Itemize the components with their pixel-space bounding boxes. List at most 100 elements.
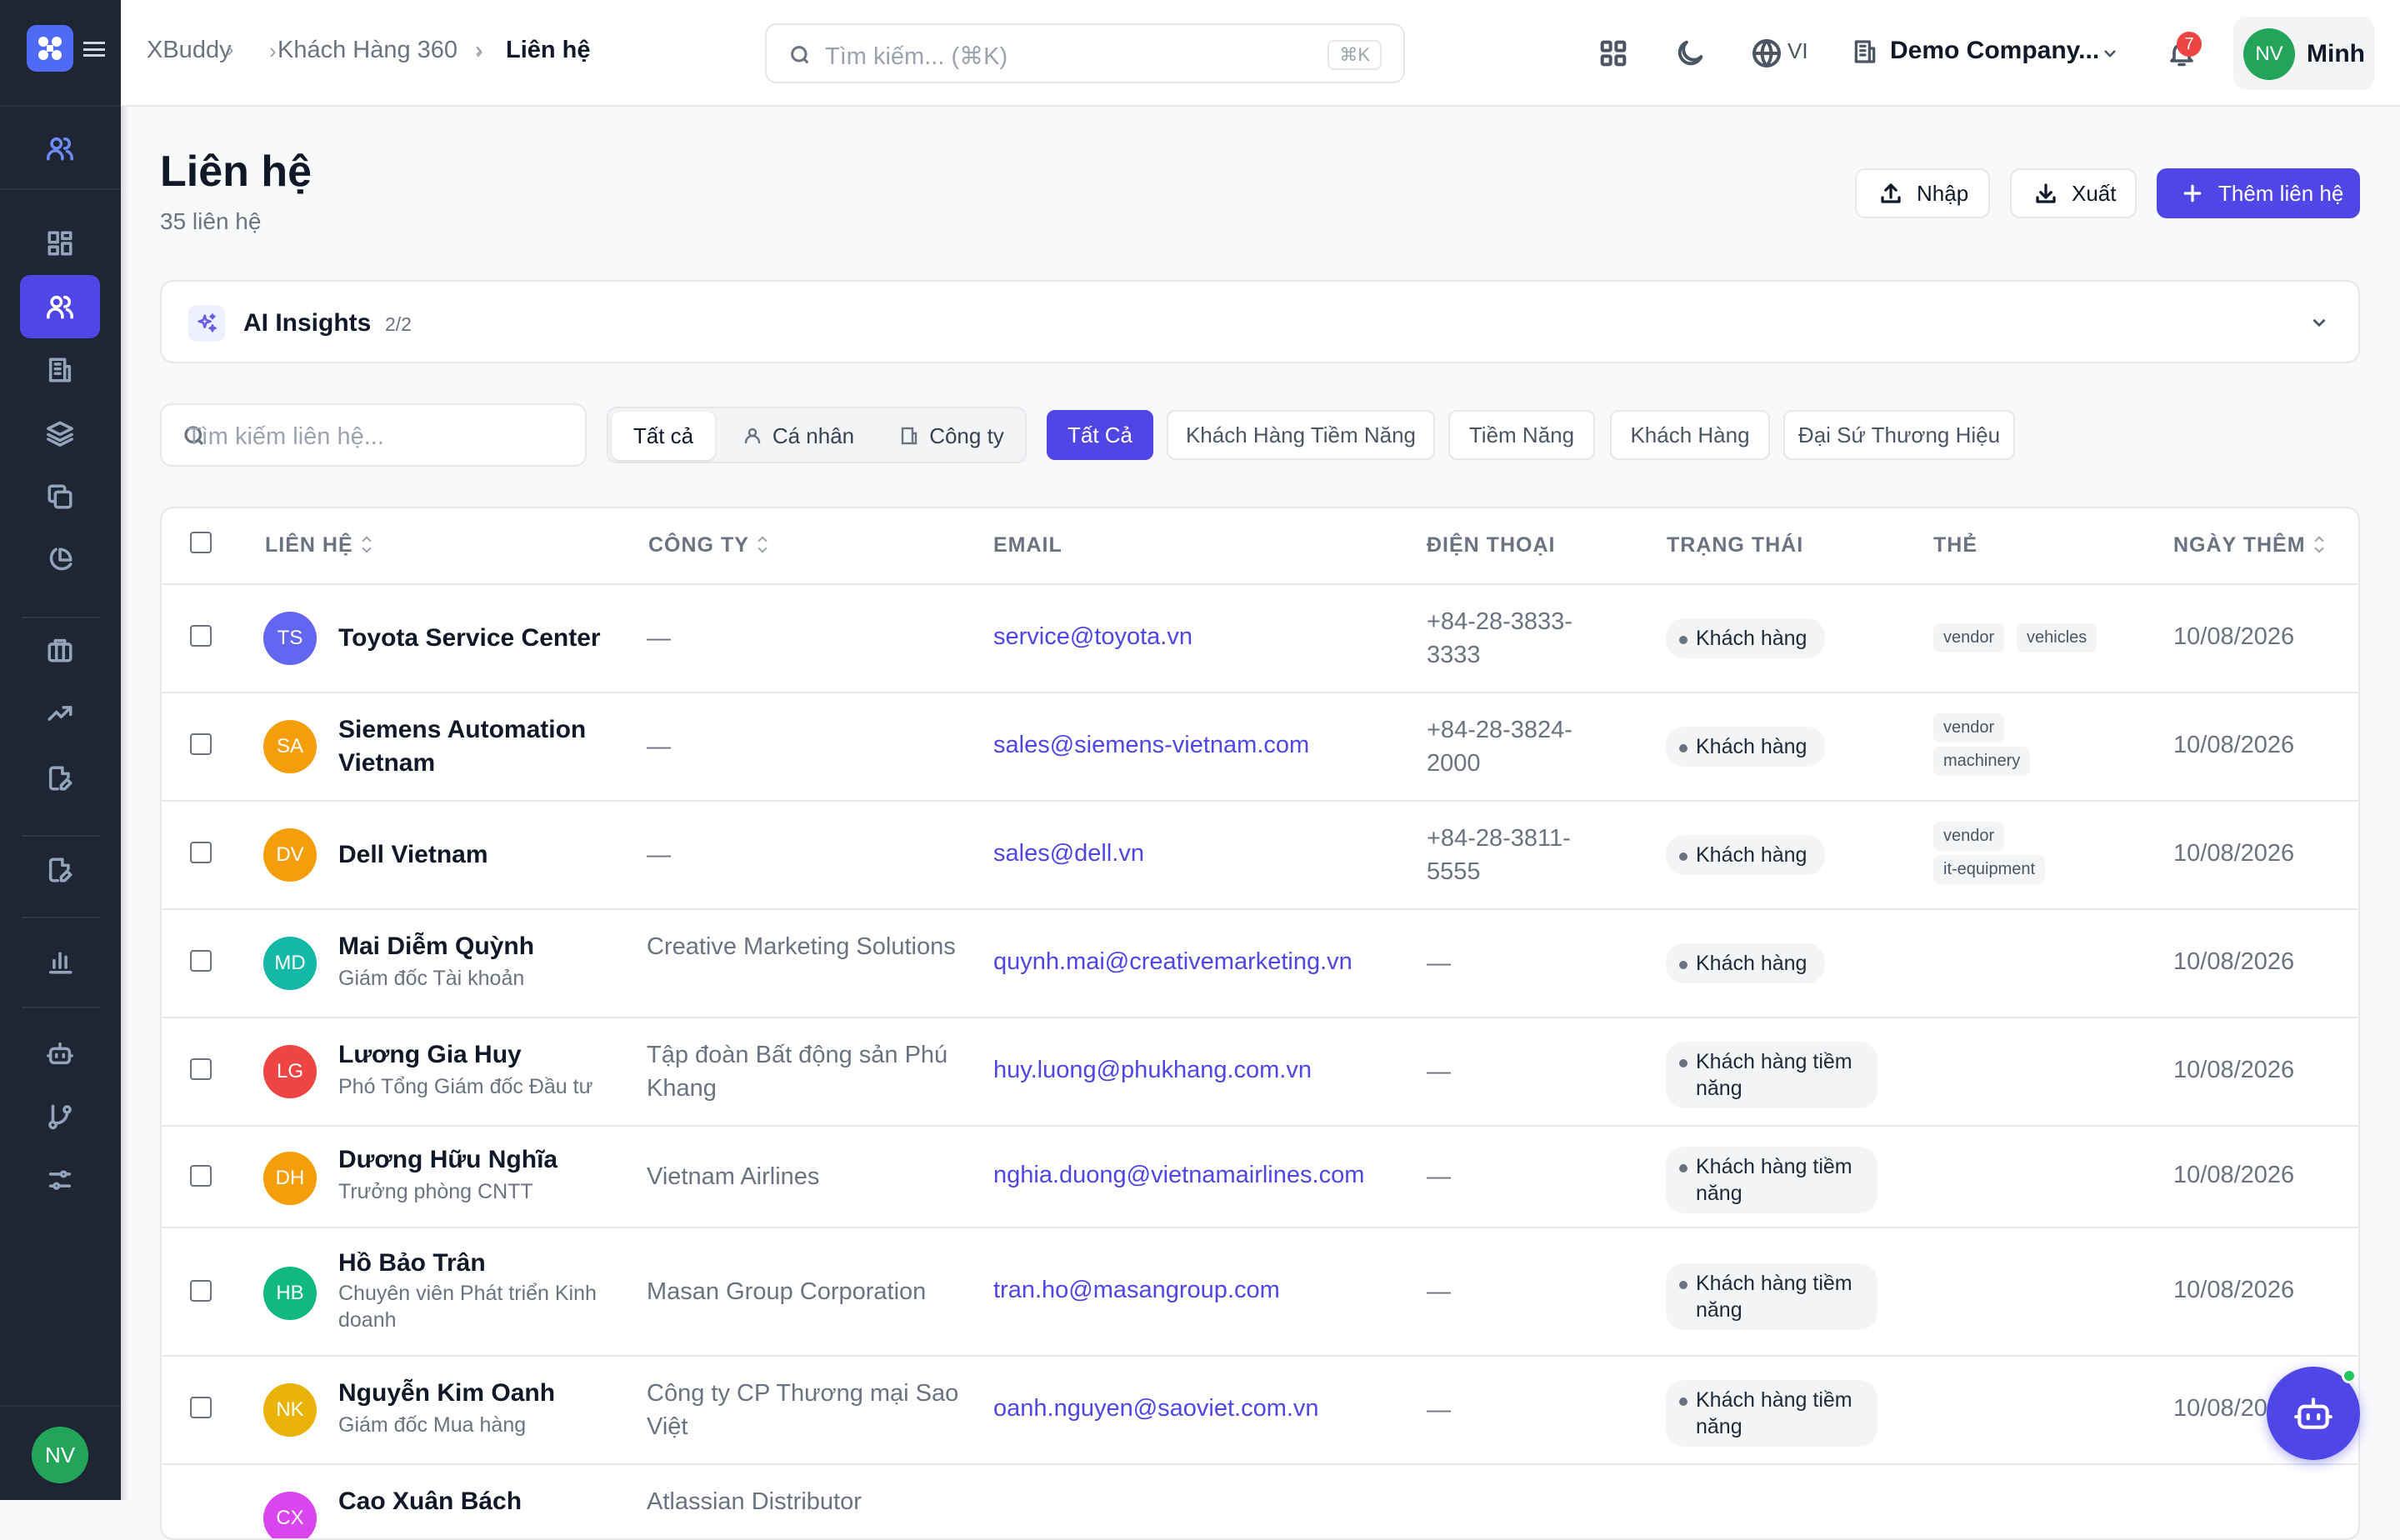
row-checkbox[interactable] <box>190 733 212 755</box>
row-checkbox[interactable] <box>190 1058 212 1080</box>
status-badge: Khách hàng tiềm năng <box>1666 1042 1878 1108</box>
contact-phone: +84-28-3833-3333 <box>1427 608 1572 668</box>
add-contact-button[interactable]: Thêm liên hệ <box>2157 168 2360 218</box>
sidebar-item-companies[interactable] <box>20 338 100 402</box>
sidebar-item-trending[interactable] <box>20 682 100 745</box>
sidebar-item-workflow[interactable] <box>20 1085 100 1148</box>
column-header-contact[interactable]: LIÊN HỆ <box>265 533 372 558</box>
column-header-company[interactable]: CÔNG TY <box>648 533 768 558</box>
sidebar-item-analytics[interactable] <box>20 930 100 993</box>
sidebar-item-layers[interactable] <box>20 402 100 465</box>
language-selector[interactable]: VI <box>1788 38 1808 64</box>
filter-chip-customer[interactable]: Khách Hàng <box>1610 410 1770 460</box>
contact-email[interactable]: service@toyota.vn <box>993 623 1192 651</box>
contact-email[interactable]: huy.luong@phukhang.com.vn <box>993 1057 1312 1084</box>
user-icon <box>744 428 761 443</box>
import-label: Nhập <box>1917 180 1969 206</box>
row-checkbox[interactable] <box>190 1165 212 1187</box>
contact-name[interactable]: Toyota Service Center <box>338 622 613 655</box>
sidebar-user-avatar[interactable]: NV <box>32 1427 88 1483</box>
table-row[interactable]: TS Toyota Service Center — service@toyot… <box>162 583 2358 692</box>
online-indicator <box>2342 1368 2357 1383</box>
row-checkbox[interactable] <box>190 1397 212 1418</box>
sort-icon[interactable] <box>2314 538 2324 554</box>
table-row[interactable]: CX Cao Xuân Bách Atlassian Distributor <box>162 1463 2358 1538</box>
sort-icon[interactable] <box>758 538 768 554</box>
upload-icon <box>1881 183 1901 203</box>
contact-email[interactable]: nghia.duong@vietnamairlines.com <box>993 1162 1364 1189</box>
breadcrumb-separator: › <box>227 37 234 62</box>
breadcrumb-customer-360[interactable]: Khách Hàng 360 <box>278 37 458 64</box>
sort-icon[interactable] <box>362 538 372 554</box>
segment-company[interactable]: Công ty <box>880 412 1023 460</box>
import-button[interactable]: Nhập <box>1855 168 1990 218</box>
menu-toggle-icon[interactable] <box>83 42 105 57</box>
globe-icon[interactable] <box>1750 37 1783 70</box>
segment-individual[interactable]: Cá nhân <box>725 412 872 460</box>
row-checkbox[interactable] <box>190 842 212 863</box>
segment-all[interactable]: Tất cả <box>612 412 715 460</box>
filter-chip-prospect[interactable]: Tiềm Năng <box>1448 410 1595 460</box>
contact-name[interactable]: Nguyễn Kim Oanh <box>338 1377 613 1410</box>
sidebar-item-settings[interactable] <box>20 1148 100 1212</box>
filter-chip-all[interactable]: Tất Cả <box>1047 410 1153 460</box>
apps-grid-icon[interactable] <box>1597 37 1630 70</box>
contact-search-input[interactable]: Tìm kiếm liên hệ... <box>160 403 587 467</box>
sidebar-item-contacts-home[interactable] <box>20 117 100 180</box>
contact-title: Giám đốc Mua hàng <box>338 1413 527 1437</box>
contacts-table: LIÊN HỆ CÔNG TY EMAIL ĐIỆN THOẠI TRẠNG T… <box>160 507 2360 1540</box>
company-switcher[interactable]: Demo Company... <box>1890 37 2099 65</box>
contact-name[interactable]: Cao Xuân Bách <box>338 1485 613 1518</box>
app-logo[interactable] <box>27 25 73 72</box>
sidebar-item-documents[interactable] <box>20 747 100 810</box>
contact-name[interactable]: Dương Hữu Nghĩa <box>338 1143 613 1177</box>
breadcrumb-root[interactable]: XBuddy <box>147 37 232 64</box>
ai-insights-panel[interactable]: AI Insights 2/2 <box>160 280 2360 363</box>
table-row[interactable]: DV Dell Vietnam — sales@dell.vn +84-28-3… <box>162 800 2358 908</box>
date-added: 10/08/2026 <box>2173 1057 2295 1083</box>
sidebar-item-forms[interactable] <box>20 838 100 902</box>
contact-email[interactable]: tran.ho@masangroup.com <box>993 1277 1280 1304</box>
contact-name[interactable]: Dell Vietnam <box>338 838 613 872</box>
table-row[interactable]: DH Dương Hữu Nghĩa Trưởng phòng CNTT Vie… <box>162 1125 2358 1227</box>
column-header-date-added[interactable]: NGÀY THÊM <box>2173 533 2324 558</box>
table-row[interactable]: SA Siemens Automation Vietnam — sales@si… <box>162 692 2358 800</box>
sidebar-item-bot[interactable] <box>20 1022 100 1085</box>
sidebar-item-reports-pie[interactable] <box>20 528 100 592</box>
contact-title: Chuyên viên Phát triển Kinh doanh <box>338 1282 597 1332</box>
contact-name[interactable]: Siemens Automation Vietnam <box>338 713 613 780</box>
export-button[interactable]: Xuất <box>2010 168 2137 218</box>
contact-email[interactable]: oanh.nguyen@saoviet.com.vn <box>993 1395 1319 1422</box>
pie-chart-icon <box>49 548 72 571</box>
contact-name[interactable]: Lương Gia Huy <box>338 1038 613 1072</box>
sidebar-item-copy[interactable] <box>20 465 100 528</box>
table-row[interactable]: HB Hồ Bảo Trân Chuyên viên Phát triển Ki… <box>162 1227 2358 1355</box>
bot-icon <box>47 1042 73 1065</box>
contact-email[interactable]: sales@siemens-vietnam.com <box>993 732 1309 759</box>
user-name: Minh <box>2307 40 2365 68</box>
contact-name[interactable]: Hồ Bảo Trân <box>338 1247 613 1280</box>
dark-mode-icon[interactable] <box>1673 37 1707 70</box>
bar-chart-icon <box>48 952 72 974</box>
table-row[interactable]: MD Mai Diễm Quỳnh Giám đốc Tài khoản Cre… <box>162 908 2358 1017</box>
row-checkbox[interactable] <box>190 950 212 972</box>
breadcrumb-current: Liên hệ <box>506 37 591 63</box>
sidebar-item-dashboard[interactable] <box>20 212 100 275</box>
contact-email[interactable]: sales@dell.vn <box>993 840 1144 868</box>
bot-icon <box>2294 1398 2332 1429</box>
row-checkbox[interactable] <box>190 625 212 647</box>
row-checkbox[interactable] <box>190 1280 212 1302</box>
table-row[interactable]: LG Lương Gia Huy Phó Tổng Giám đốc Đầu t… <box>162 1017 2358 1125</box>
user-menu[interactable]: NV Minh <box>2233 17 2375 90</box>
sidebar-item-briefcase[interactable] <box>20 618 100 682</box>
filter-chip-brand-ambassador[interactable]: Đại Sứ Thương Hiệu <box>1783 410 2015 460</box>
select-all-checkbox[interactable] <box>190 532 212 553</box>
chevron-down-icon[interactable] <box>2308 312 2330 333</box>
global-search[interactable]: Tìm kiếm... (⌘K) ⌘K <box>765 23 1405 83</box>
table-row[interactable]: NK Nguyễn Kim Oanh Giám đốc Mua hàng Côn… <box>162 1355 2358 1463</box>
chevron-down-icon[interactable] <box>2100 43 2120 63</box>
contact-email[interactable]: quynh.mai@creativemarketing.vn <box>993 948 1352 976</box>
sidebar-item-contacts[interactable] <box>20 275 100 338</box>
filter-chip-potential-customer[interactable]: Khách Hàng Tiềm Năng <box>1167 410 1435 460</box>
contact-name[interactable]: Mai Diễm Quỳnh <box>338 930 613 963</box>
